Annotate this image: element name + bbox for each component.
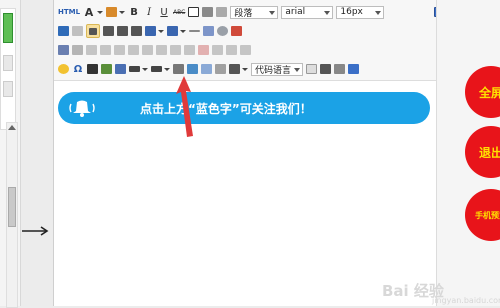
align-left-button[interactable] [86, 24, 100, 38]
ordered-list-dropdown-icon[interactable] [158, 29, 164, 33]
italic-button[interactable]: I [143, 5, 155, 19]
align-bottom-dropdown-icon[interactable] [142, 67, 148, 71]
align-justify-icon[interactable] [131, 26, 142, 36]
watermark-url: jingyan.baidu.com [432, 296, 500, 305]
insert-row-icon[interactable] [86, 45, 97, 55]
insert-col-icon[interactable] [100, 45, 111, 55]
anchor-icon[interactable] [187, 64, 198, 74]
ordered-list-icon[interactable] [145, 26, 156, 36]
align-bottom-icon[interactable] [129, 66, 140, 72]
strikethrough-button[interactable]: ABC [173, 5, 185, 19]
paragraph-select[interactable]: 段落 [230, 5, 279, 19]
image-icon[interactable] [101, 64, 112, 74]
font-color-dropdown-icon[interactable] [97, 10, 104, 14]
font-color-button[interactable]: A [83, 5, 95, 19]
border-icon[interactable] [240, 45, 251, 55]
align-right-icon[interactable] [117, 26, 128, 36]
scrollbar[interactable] [6, 122, 18, 308]
bold-button[interactable]: B [128, 5, 140, 19]
split-cells-icon[interactable] [156, 45, 167, 55]
horizontal-rule-icon[interactable] [189, 30, 200, 32]
bell-icon [69, 100, 95, 117]
special-char-button[interactable]: Ω [72, 62, 84, 76]
green-status-chip[interactable] [3, 13, 13, 43]
underline-button[interactable]: U [158, 5, 170, 19]
toolbar-row-2 [58, 22, 242, 40]
toolbar-row-3 [58, 41, 251, 59]
table-icon[interactable] [58, 45, 69, 55]
line-height-dropdown-icon[interactable] [242, 67, 248, 71]
redo-icon[interactable] [72, 26, 83, 36]
unordered-list-icon[interactable] [167, 26, 178, 36]
delete-row-icon[interactable] [114, 45, 125, 55]
binoculars-icon[interactable] [87, 64, 98, 74]
line-height-icon[interactable] [229, 64, 240, 74]
highlight-dropdown-icon[interactable] [119, 10, 126, 14]
eraser-icon[interactable] [216, 7, 228, 17]
red-pointer-arrow [176, 76, 193, 137]
align-center-icon[interactable] [103, 26, 114, 36]
follow-banner: 点击上方“蓝色字”可关注我们！ [58, 92, 430, 124]
cell-align-icon[interactable] [212, 45, 223, 55]
left-card [0, 8, 16, 130]
html-source-button[interactable]: HTML [58, 5, 80, 19]
align-top-icon[interactable] [151, 66, 162, 72]
document-icon[interactable] [115, 64, 126, 74]
format-box-icon[interactable] [188, 7, 200, 17]
pen-icon[interactable] [203, 26, 214, 36]
code-language-select[interactable]: 代码语言 [251, 62, 303, 76]
unordered-list-dropdown-icon[interactable] [180, 29, 186, 33]
right-arrow-icon [22, 226, 49, 236]
delete-col-icon[interactable] [128, 45, 139, 55]
toolbar-row-4: Ω 代码语言 [58, 60, 359, 78]
table-grid-icon[interactable] [72, 45, 83, 55]
calendar-icon[interactable] [231, 26, 242, 36]
preview-icon[interactable] [334, 64, 345, 74]
grey-chip-2[interactable] [3, 81, 13, 97]
search-replace-icon[interactable] [348, 64, 359, 74]
delete-table-icon[interactable] [226, 45, 237, 55]
undo-icon[interactable] [58, 26, 69, 36]
emoji-icon[interactable] [58, 64, 69, 74]
new-doc-icon[interactable] [306, 64, 317, 74]
align-top-dropdown-icon[interactable] [164, 67, 170, 71]
cell-props-icon[interactable] [170, 45, 181, 55]
font-family-select[interactable]: arial [281, 5, 334, 19]
indent-icon[interactable] [173, 64, 184, 74]
font-size-select[interactable]: 16px [336, 5, 385, 19]
filter-icon[interactable] [198, 45, 209, 55]
rich-text-editor[interactable]: HTML A B I U ABC 段落 arial 16px Ω 代码语言 点击… [53, 0, 446, 306]
table-props-icon[interactable] [184, 45, 195, 55]
editor-toolbar: HTML A B I U ABC 段落 arial 16px Ω 代码语言 [54, 0, 446, 81]
page-break-icon[interactable] [215, 64, 226, 74]
link-icon[interactable] [202, 7, 214, 17]
toolbar-row-1: HTML A B I U ABC 段落 arial 16px [58, 3, 446, 21]
scroll-up-icon[interactable] [8, 125, 16, 130]
block-icon[interactable] [201, 64, 212, 74]
scroll-thumb[interactable] [8, 187, 16, 227]
merge-cells-icon[interactable] [142, 45, 153, 55]
right-divider [436, 0, 437, 306]
grey-chip[interactable] [3, 55, 13, 71]
clock-icon[interactable] [217, 26, 228, 36]
print-icon[interactable] [320, 64, 331, 74]
left-panel [0, 0, 21, 308]
highlight-icon[interactable] [106, 7, 118, 17]
